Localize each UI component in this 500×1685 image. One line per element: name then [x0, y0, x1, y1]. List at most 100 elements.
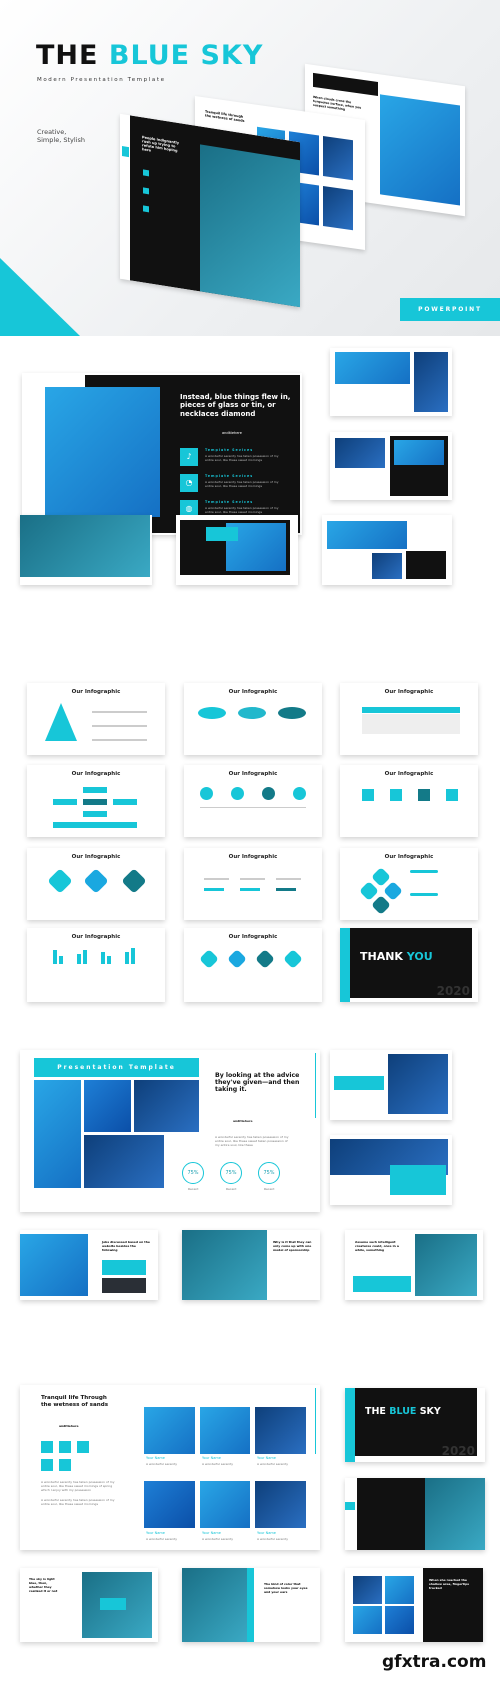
stat-value: 75% — [225, 1170, 237, 1176]
stat-label: Recent — [226, 1187, 237, 1191]
slide-thumb — [20, 515, 152, 585]
title-part-2: BLUE SKY — [108, 40, 264, 71]
infographic-title: Our Infographic — [384, 689, 434, 695]
infographic-steps: Our Infographic — [184, 928, 322, 1002]
infographic-title: Our Infographic — [228, 854, 278, 860]
infographic-title: Our Infographic — [71, 854, 121, 860]
member-name: Your Name — [146, 1531, 165, 1535]
watermark: gfxtra.com — [382, 1652, 487, 1672]
infographic-columns: Our Infographic — [184, 848, 322, 920]
infographic-title: Our Infographic — [228, 689, 278, 695]
infographic-bar-chart: Our Infographic — [27, 928, 165, 1002]
banner-label: Presentation Template — [34, 1058, 199, 1077]
slide-services: Instead, blue things flew in, pieces of … — [22, 373, 302, 535]
member-name: Your Name — [257, 1456, 276, 1460]
infographic-title: Our Infographic — [71, 771, 121, 777]
stat-ring: 75% — [220, 1162, 242, 1184]
infographic-discs: Our Infographic — [184, 683, 322, 755]
service-text: A wonderful serenity has taken possessio… — [205, 480, 279, 488]
slide-color: The kind of color that somehow looks you… — [182, 1568, 320, 1642]
service-title: Template Sevices — [205, 474, 254, 478]
member-name: Your Name — [202, 1456, 221, 1460]
member-role: A wonderful serenity — [146, 1462, 178, 1466]
slide-thumb — [330, 1135, 452, 1205]
slide-shallow: When she reached the shallow area, finge… — [345, 1568, 483, 1642]
slide-heading: Assume such intelligent creatures could,… — [355, 1240, 399, 1252]
cover-title: THE BLUE SKY — [365, 1406, 441, 1417]
infographic-title: Our Infographic — [228, 934, 278, 940]
infographic-timeline: Our Infographic — [184, 765, 322, 837]
slide-thank-you: THANK YOU 2020 — [340, 928, 478, 1002]
powerpoint-badge: POWERPOINT — [400, 298, 500, 321]
hero-tagline: Creative, Simple, Stylish — [37, 128, 85, 145]
title-part-1: THE — [36, 40, 99, 71]
stat-ring: 75% — [182, 1162, 204, 1184]
thank-word: THANK — [360, 950, 403, 963]
member-role: A wonderful serenity — [146, 1537, 178, 1541]
infographic-org-chart: Our Infographic — [27, 765, 165, 837]
services-brand: anditiehere — [222, 431, 242, 435]
slide-thumb — [176, 515, 298, 585]
year-label: 2020 — [441, 1444, 475, 1458]
service-title: Template Sevices — [205, 500, 254, 504]
team-heading: Tranquil life Through the wetness of san… — [41, 1395, 109, 1408]
slide-thumb — [322, 515, 452, 585]
year-label: 2020 — [436, 984, 470, 998]
service-text: A wonderful serenity has taken possessio… — [205, 506, 279, 514]
slide-light-blue: The sky is light blue, then, whether the… — [20, 1568, 158, 1642]
stat-value: 75% — [187, 1170, 199, 1176]
accent-triangle — [0, 258, 80, 336]
infographic-title: Our Infographic — [384, 771, 434, 777]
infographic-title: Our Infographic — [71, 934, 121, 940]
infographic-title: Our Infographic — [71, 689, 121, 695]
pie-chart-icon: ◔ — [180, 474, 198, 492]
slide-thumb — [330, 432, 452, 500]
infographic-cluster: Our Infographic — [340, 848, 478, 920]
service-item: ◔ Template Sevices A wonderful serenity ha… — [180, 474, 300, 500]
infographic-pyramid: Our Infographic — [27, 683, 165, 755]
bell-icon: ♪ — [180, 448, 198, 466]
infographic-icons: Our Infographic — [340, 765, 478, 837]
cover-word-2: BLUE — [389, 1406, 417, 1417]
stat-value: 75% — [263, 1170, 275, 1176]
slide-thumb — [330, 348, 452, 416]
cover-word-1: THE — [365, 1406, 386, 1417]
team-brand: anditiehere — [59, 1424, 79, 1428]
service-text: A wonderful serenity has taken possessio… — [205, 454, 279, 462]
section4-body: A wonderful serenity has taken possessio… — [215, 1135, 289, 1148]
slide-team: Tranquil life Through the wetness of san… — [20, 1385, 320, 1550]
member-name: Your Name — [257, 1531, 276, 1535]
slide-sponsorship: Why is it that they can only come up wit… — [182, 1230, 320, 1300]
cover-word-3: SKY — [419, 1406, 441, 1417]
hero-subtitle: Modern Presentation Template — [37, 77, 166, 83]
services-heading: Instead, blue things flew in, pieces of … — [180, 393, 291, 418]
hero-banner: THE BLUE SKY Modern Presentation Templat… — [0, 0, 500, 336]
infographic-diamonds: Our Infographic — [27, 848, 165, 920]
slide-thumb — [345, 1478, 485, 1550]
stat-label: Recent — [188, 1187, 199, 1191]
infographic-table: Our Infographic — [340, 683, 478, 755]
section4-heading: By looking at the advice they've given—a… — [215, 1072, 300, 1093]
member-role: A wonderful serenity — [257, 1537, 289, 1541]
tagline-line-1: Creative, — [37, 128, 67, 136]
preview-3-heading: When clouds cross the turquoise surface,… — [313, 94, 362, 112]
preview-slide-1: People indignantly rush up trying to ref… — [120, 113, 300, 308]
slide-jobs: Jobs discussed based on the website besi… — [20, 1230, 158, 1300]
slide-heading: Jobs discussed based on the website besi… — [102, 1240, 150, 1252]
you-word: YOU — [406, 950, 433, 963]
infographic-title: Our Infographic — [228, 771, 278, 777]
service-title: Template Sevices — [205, 448, 254, 452]
member-name: Your Name — [146, 1456, 165, 1460]
slide-presentation-template: Presentation Template By looking at the … — [20, 1050, 320, 1212]
member-role: A wonderful serenity — [257, 1462, 289, 1466]
slide-heading: The kind of color that somehow looks you… — [264, 1582, 308, 1594]
slide-thumb — [330, 1050, 452, 1120]
slide-heading: When she reached the shallow area, finge… — [429, 1578, 470, 1590]
section4-brand: anditiehere — [233, 1119, 253, 1123]
slide-intelligent: Assume such intelligent creatures could,… — [345, 1230, 483, 1300]
hero-title: THE BLUE SKY — [36, 40, 263, 71]
member-name: Your Name — [202, 1531, 221, 1535]
team-body-2: A wonderful serenity has taken possessio… — [41, 1498, 115, 1507]
slide-heading: Why is it that they can only come up wit… — [273, 1240, 312, 1252]
stat-ring: 75% — [258, 1162, 280, 1184]
